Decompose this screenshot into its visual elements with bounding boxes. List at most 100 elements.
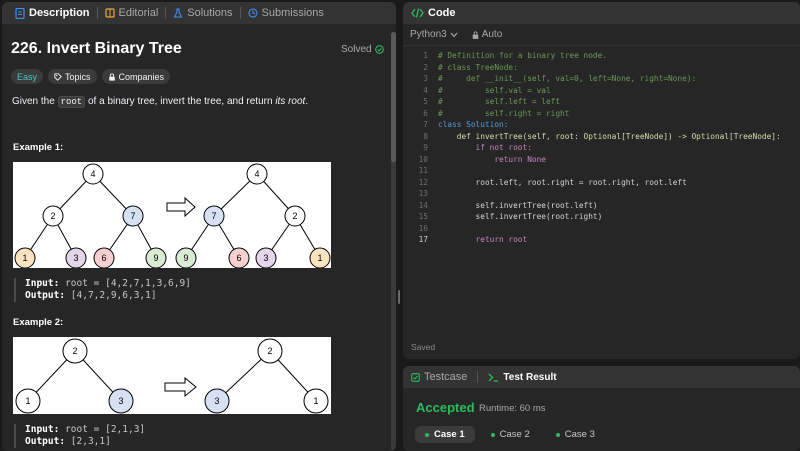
line-number: 3	[423, 74, 428, 83]
save-status: Saved	[411, 342, 436, 352]
tab-description[interactable]: Description	[8, 2, 97, 24]
solved-label: Solved	[341, 44, 372, 55]
pass-dot-icon	[555, 432, 560, 437]
line-number: 14	[418, 200, 428, 210]
code-line: 11	[403, 165, 800, 177]
panel-resize-handle[interactable]	[397, 290, 401, 304]
code-line: 17 return root	[403, 234, 800, 246]
tree-node-label: 6	[101, 253, 106, 263]
tab-description-label: Description	[29, 7, 90, 19]
line-number: 6	[423, 108, 428, 118]
line-number: 10	[418, 154, 428, 164]
code-header: Code	[403, 2, 800, 24]
result-tabbar: Testcase Test Result	[403, 366, 800, 388]
code-line: 4 # self.val = val	[403, 85, 800, 97]
right-arrow-icon	[164, 376, 197, 398]
case-tabs: Case 1 Case 2 Case 3	[415, 426, 605, 443]
companies-label: Companies	[118, 71, 165, 82]
desc-text: .	[305, 96, 309, 107]
tab-submissions[interactable]: Submissions	[241, 2, 331, 24]
desc-emphasis: its root	[275, 96, 306, 107]
result-panel: Testcase Test Result Accepted Runtime: 6…	[403, 366, 800, 451]
code-line: 9 if not root:	[403, 142, 800, 154]
line-number: 16	[418, 223, 428, 233]
tab-separator	[477, 371, 479, 383]
line-number: 2	[423, 62, 428, 72]
code-line: 2 # class TreeNode:	[403, 62, 800, 74]
right-arrow-icon	[166, 196, 196, 218]
line-number: 9	[423, 143, 428, 152]
tab-test-result[interactable]: Test Result	[488, 372, 557, 383]
code-line: 12 root.left, root.right = root.right, r…	[403, 177, 800, 189]
tree-node-label: 9	[153, 253, 158, 263]
code-text: # self.right = right	[438, 108, 570, 118]
flask-icon	[173, 8, 183, 18]
code-line: 8 def invertTree(self, root: Optional[Tr…	[403, 131, 800, 143]
tree-node-label: 4	[90, 169, 95, 179]
mode-label: Auto	[481, 29, 503, 40]
code-text: # self.left = left	[438, 97, 561, 106]
code-line: 10 return None	[403, 154, 800, 166]
output-label: Output:	[25, 436, 66, 447]
code-text: return root	[438, 235, 528, 244]
case-tab-2[interactable]: Case 2	[481, 426, 540, 443]
code-text: self.invertTree(root.right)	[438, 212, 603, 221]
description-scrollbar-thumb[interactable]	[391, 32, 396, 162]
topics-chip[interactable]: Topics	[48, 69, 97, 84]
tree-node-label: 1	[22, 253, 27, 263]
example-1-io: Input: root = [4,2,7,1,3,6,9] Output: [4…	[14, 278, 191, 302]
pass-dot-icon	[425, 432, 429, 437]
description-panel: Description Editorial Solutions Submissi…	[2, 2, 396, 451]
language-label: Python3	[410, 29, 447, 40]
tab-editorial-label: Editorial	[118, 7, 159, 19]
tree-node-label: 7	[211, 211, 216, 221]
input-label: Input:	[25, 424, 60, 435]
topics-label: Topics	[65, 71, 91, 82]
case-tab-1[interactable]: Case 1	[415, 426, 475, 443]
tree-node-label: 6	[236, 253, 241, 263]
case-label: Case 2	[499, 429, 530, 440]
tree-node-label: 1	[317, 253, 322, 263]
case-tab-3[interactable]: Case 3	[546, 426, 605, 443]
tab-submissions-label: Submissions	[261, 7, 324, 19]
tree-node-label: 2	[267, 346, 272, 356]
code-text: self.invertTree(root.left)	[438, 200, 598, 210]
line-number: 11	[418, 166, 428, 175]
code-line: 3 # def __init__(self, val=0, left=None, …	[403, 73, 800, 85]
example-2-diagram: 2 1 3 2 3 1	[13, 337, 331, 414]
example-2-io: Input: root = [2,1,3] Output: [2,3,1]	[14, 424, 145, 448]
tree-node-label: 3	[214, 396, 219, 406]
code-brackets-icon	[411, 8, 424, 18]
code-text: root.left, root.right = root.right, root…	[438, 177, 687, 187]
code-text: if not root:	[438, 143, 532, 152]
tree-node-label: 3	[263, 253, 268, 263]
verdict: Accepted	[416, 400, 475, 415]
companies-chip[interactable]: Companies	[101, 69, 171, 84]
tab-testcase[interactable]: Testcase	[411, 366, 467, 388]
problem-description: Given the root of a binary tree, invert …	[12, 96, 309, 108]
tab-solutions[interactable]: Solutions	[166, 2, 239, 24]
tab-testcase-label: Testcase	[424, 371, 468, 383]
language-select[interactable]: Python3	[410, 29, 458, 40]
tree-node-label: 7	[130, 211, 135, 221]
code-text: # Definition for a binary tree node.	[438, 51, 607, 60]
code-text: def invertTree(self, root: Optional[Tree…	[438, 131, 781, 141]
code-title: Code	[428, 7, 456, 19]
code-editor[interactable]: 1 # Definition for a binary tree node. 2 #…	[403, 50, 800, 246]
case-label: Case 1	[434, 429, 465, 440]
line-number: 17	[418, 235, 428, 244]
input-value: root = [2,1,3]	[65, 424, 146, 435]
tab-editorial[interactable]: Editorial	[98, 2, 166, 24]
line-number: 8	[423, 131, 428, 141]
tree-node-label: 2	[50, 211, 55, 221]
code-line: 14 self.invertTree(root.left)	[403, 200, 800, 212]
input-value: root = [4,2,7,1,3,6,9]	[65, 278, 191, 289]
example-2-title: Example 2:	[13, 317, 64, 328]
lock-icon	[108, 72, 115, 81]
desc-code: root	[57, 96, 86, 108]
autocomplete-mode[interactable]: Auto	[472, 29, 503, 40]
problem-title: 226. Invert Binary Tree	[11, 40, 182, 57]
output-value: [4,7,2,9,6,3,1]	[70, 290, 157, 301]
